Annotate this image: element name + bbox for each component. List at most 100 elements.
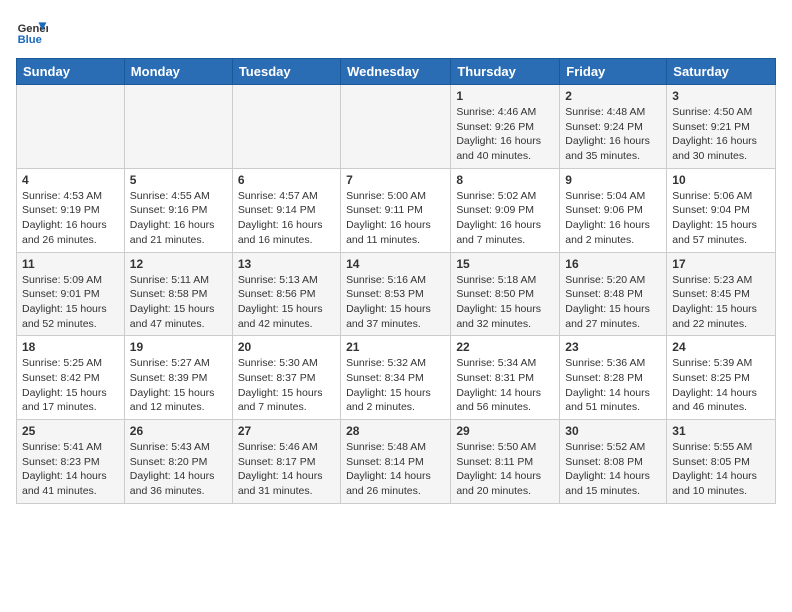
calendar-cell: 6 Sunrise: 4:57 AM Sunset: 9:14 PM Daylig… bbox=[232, 168, 340, 252]
calendar-cell: 15 Sunrise: 5:18 AM Sunset: 8:50 PM Dayli… bbox=[451, 252, 560, 336]
day-info: Sunrise: 4:55 AM Sunset: 9:16 PM Dayligh… bbox=[130, 189, 227, 248]
logo-icon: General Blue bbox=[16, 16, 48, 48]
calendar-cell: 27 Sunrise: 5:46 AM Sunset: 8:17 PM Dayli… bbox=[232, 420, 340, 504]
day-number: 30 bbox=[565, 424, 661, 438]
calendar-week-3: 11Sunrise: 5:09 AM Sunset: 9:01 PM Dayli… bbox=[17, 252, 776, 336]
calendar-cell: 1 Sunrise: 4:46 AM Sunset: 9:26 PM Daylig… bbox=[451, 85, 560, 169]
day-info: Sunrise: 5:18 AM Sunset: 8:50 PM Dayligh… bbox=[456, 273, 554, 332]
col-header-wednesday: Wednesday bbox=[341, 59, 451, 85]
calendar-cell: 23 Sunrise: 5:36 AM Sunset: 8:28 PM Dayli… bbox=[560, 336, 667, 420]
day-number: 7 bbox=[346, 173, 445, 187]
col-header-thursday: Thursday bbox=[451, 59, 560, 85]
day-number: 14 bbox=[346, 257, 445, 271]
day-number: 4 bbox=[22, 173, 119, 187]
day-info: Sunrise: 5:50 AM Sunset: 8:11 PM Dayligh… bbox=[456, 440, 554, 499]
calendar-cell: 30 Sunrise: 5:52 AM Sunset: 8:08 PM Dayli… bbox=[560, 420, 667, 504]
calendar-cell: 18Sunrise: 5:25 AM Sunset: 8:42 PM Dayli… bbox=[17, 336, 125, 420]
day-number: 11 bbox=[22, 257, 119, 271]
day-number: 10 bbox=[672, 173, 770, 187]
calendar-cell bbox=[341, 85, 451, 169]
day-number: 29 bbox=[456, 424, 554, 438]
day-info: Sunrise: 5:36 AM Sunset: 8:28 PM Dayligh… bbox=[565, 356, 661, 415]
day-info: Sunrise: 4:46 AM Sunset: 9:26 PM Dayligh… bbox=[456, 105, 554, 164]
calendar-cell: 21 Sunrise: 5:32 AM Sunset: 8:34 PM Dayli… bbox=[341, 336, 451, 420]
day-info: Sunrise: 5:48 AM Sunset: 8:14 PM Dayligh… bbox=[346, 440, 445, 499]
day-number: 20 bbox=[238, 340, 335, 354]
calendar-cell: 8 Sunrise: 5:02 AM Sunset: 9:09 PM Daylig… bbox=[451, 168, 560, 252]
calendar-header: SundayMondayTuesdayWednesdayThursdayFrid… bbox=[17, 59, 776, 85]
day-number: 12 bbox=[130, 257, 227, 271]
svg-text:Blue: Blue bbox=[18, 34, 42, 46]
calendar-cell bbox=[232, 85, 340, 169]
day-info: Sunrise: 4:50 AM Sunset: 9:21 PM Dayligh… bbox=[672, 105, 770, 164]
calendar-cell: 17 Sunrise: 5:23 AM Sunset: 8:45 PM Dayli… bbox=[667, 252, 776, 336]
calendar-cell: 5Sunrise: 4:55 AM Sunset: 9:16 PM Daylig… bbox=[124, 168, 232, 252]
day-number: 31 bbox=[672, 424, 770, 438]
calendar-cell: 24Sunrise: 5:39 AM Sunset: 8:25 PM Dayli… bbox=[667, 336, 776, 420]
day-info: Sunrise: 5:34 AM Sunset: 8:31 PM Dayligh… bbox=[456, 356, 554, 415]
day-info: Sunrise: 5:30 AM Sunset: 8:37 PM Dayligh… bbox=[238, 356, 335, 415]
day-number: 22 bbox=[456, 340, 554, 354]
day-info: Sunrise: 5:55 AM Sunset: 8:05 PM Dayligh… bbox=[672, 440, 770, 499]
day-info: Sunrise: 5:25 AM Sunset: 8:42 PM Dayligh… bbox=[22, 356, 119, 415]
calendar-cell: 11Sunrise: 5:09 AM Sunset: 9:01 PM Dayli… bbox=[17, 252, 125, 336]
col-header-friday: Friday bbox=[560, 59, 667, 85]
calendar-week-4: 18Sunrise: 5:25 AM Sunset: 8:42 PM Dayli… bbox=[17, 336, 776, 420]
calendar-cell: 12 Sunrise: 5:11 AM Sunset: 8:58 PM Dayli… bbox=[124, 252, 232, 336]
calendar-cell: 2Sunrise: 4:48 AM Sunset: 9:24 PM Daylig… bbox=[560, 85, 667, 169]
day-info: Sunrise: 5:00 AM Sunset: 9:11 PM Dayligh… bbox=[346, 189, 445, 248]
day-info: Sunrise: 5:39 AM Sunset: 8:25 PM Dayligh… bbox=[672, 356, 770, 415]
day-info: Sunrise: 5:16 AM Sunset: 8:53 PM Dayligh… bbox=[346, 273, 445, 332]
calendar-cell: 29 Sunrise: 5:50 AM Sunset: 8:11 PM Dayli… bbox=[451, 420, 560, 504]
calendar-table: SundayMondayTuesdayWednesdayThursdayFrid… bbox=[16, 58, 776, 504]
calendar-cell: 7 Sunrise: 5:00 AM Sunset: 9:11 PM Daylig… bbox=[341, 168, 451, 252]
day-info: Sunrise: 4:57 AM Sunset: 9:14 PM Dayligh… bbox=[238, 189, 335, 248]
calendar-cell: 3 Sunrise: 4:50 AM Sunset: 9:21 PM Daylig… bbox=[667, 85, 776, 169]
day-info: Sunrise: 5:52 AM Sunset: 8:08 PM Dayligh… bbox=[565, 440, 661, 499]
day-info: Sunrise: 5:11 AM Sunset: 8:58 PM Dayligh… bbox=[130, 273, 227, 332]
day-number: 25 bbox=[22, 424, 119, 438]
logo: General Blue bbox=[16, 16, 48, 48]
day-info: Sunrise: 5:41 AM Sunset: 8:23 PM Dayligh… bbox=[22, 440, 119, 499]
page-header: General Blue bbox=[16, 16, 776, 48]
day-number: 3 bbox=[672, 89, 770, 103]
day-number: 26 bbox=[130, 424, 227, 438]
day-number: 28 bbox=[346, 424, 445, 438]
calendar-cell: 20 Sunrise: 5:30 AM Sunset: 8:37 PM Dayli… bbox=[232, 336, 340, 420]
calendar-cell: 10 Sunrise: 5:06 AM Sunset: 9:04 PM Dayli… bbox=[667, 168, 776, 252]
day-number: 6 bbox=[238, 173, 335, 187]
day-info: Sunrise: 4:48 AM Sunset: 9:24 PM Dayligh… bbox=[565, 105, 661, 164]
calendar-cell: 22 Sunrise: 5:34 AM Sunset: 8:31 PM Dayli… bbox=[451, 336, 560, 420]
col-header-saturday: Saturday bbox=[667, 59, 776, 85]
calendar-cell: 14 Sunrise: 5:16 AM Sunset: 8:53 PM Dayli… bbox=[341, 252, 451, 336]
calendar-cell: 19Sunrise: 5:27 AM Sunset: 8:39 PM Dayli… bbox=[124, 336, 232, 420]
day-info: Sunrise: 5:04 AM Sunset: 9:06 PM Dayligh… bbox=[565, 189, 661, 248]
day-info: Sunrise: 4:53 AM Sunset: 9:19 PM Dayligh… bbox=[22, 189, 119, 248]
col-header-sunday: Sunday bbox=[17, 59, 125, 85]
day-info: Sunrise: 5:13 AM Sunset: 8:56 PM Dayligh… bbox=[238, 273, 335, 332]
day-number: 15 bbox=[456, 257, 554, 271]
day-info: Sunrise: 5:43 AM Sunset: 8:20 PM Dayligh… bbox=[130, 440, 227, 499]
col-header-monday: Monday bbox=[124, 59, 232, 85]
day-info: Sunrise: 5:23 AM Sunset: 8:45 PM Dayligh… bbox=[672, 273, 770, 332]
day-info: Sunrise: 5:32 AM Sunset: 8:34 PM Dayligh… bbox=[346, 356, 445, 415]
calendar-cell bbox=[17, 85, 125, 169]
day-info: Sunrise: 5:06 AM Sunset: 9:04 PM Dayligh… bbox=[672, 189, 770, 248]
day-info: Sunrise: 5:27 AM Sunset: 8:39 PM Dayligh… bbox=[130, 356, 227, 415]
day-info: Sunrise: 5:46 AM Sunset: 8:17 PM Dayligh… bbox=[238, 440, 335, 499]
day-number: 16 bbox=[565, 257, 661, 271]
calendar-week-5: 25 Sunrise: 5:41 AM Sunset: 8:23 PM Dayli… bbox=[17, 420, 776, 504]
day-number: 17 bbox=[672, 257, 770, 271]
day-number: 27 bbox=[238, 424, 335, 438]
calendar-cell: 16Sunrise: 5:20 AM Sunset: 8:48 PM Dayli… bbox=[560, 252, 667, 336]
calendar-cell: 28 Sunrise: 5:48 AM Sunset: 8:14 PM Dayli… bbox=[341, 420, 451, 504]
calendar-week-2: 4 Sunrise: 4:53 AM Sunset: 9:19 PM Daylig… bbox=[17, 168, 776, 252]
calendar-week-1: 1 Sunrise: 4:46 AM Sunset: 9:26 PM Daylig… bbox=[17, 85, 776, 169]
day-number: 9 bbox=[565, 173, 661, 187]
day-info: Sunrise: 5:02 AM Sunset: 9:09 PM Dayligh… bbox=[456, 189, 554, 248]
day-number: 21 bbox=[346, 340, 445, 354]
day-number: 1 bbox=[456, 89, 554, 103]
calendar-cell: 4 Sunrise: 4:53 AM Sunset: 9:19 PM Daylig… bbox=[17, 168, 125, 252]
day-number: 8 bbox=[456, 173, 554, 187]
day-number: 23 bbox=[565, 340, 661, 354]
